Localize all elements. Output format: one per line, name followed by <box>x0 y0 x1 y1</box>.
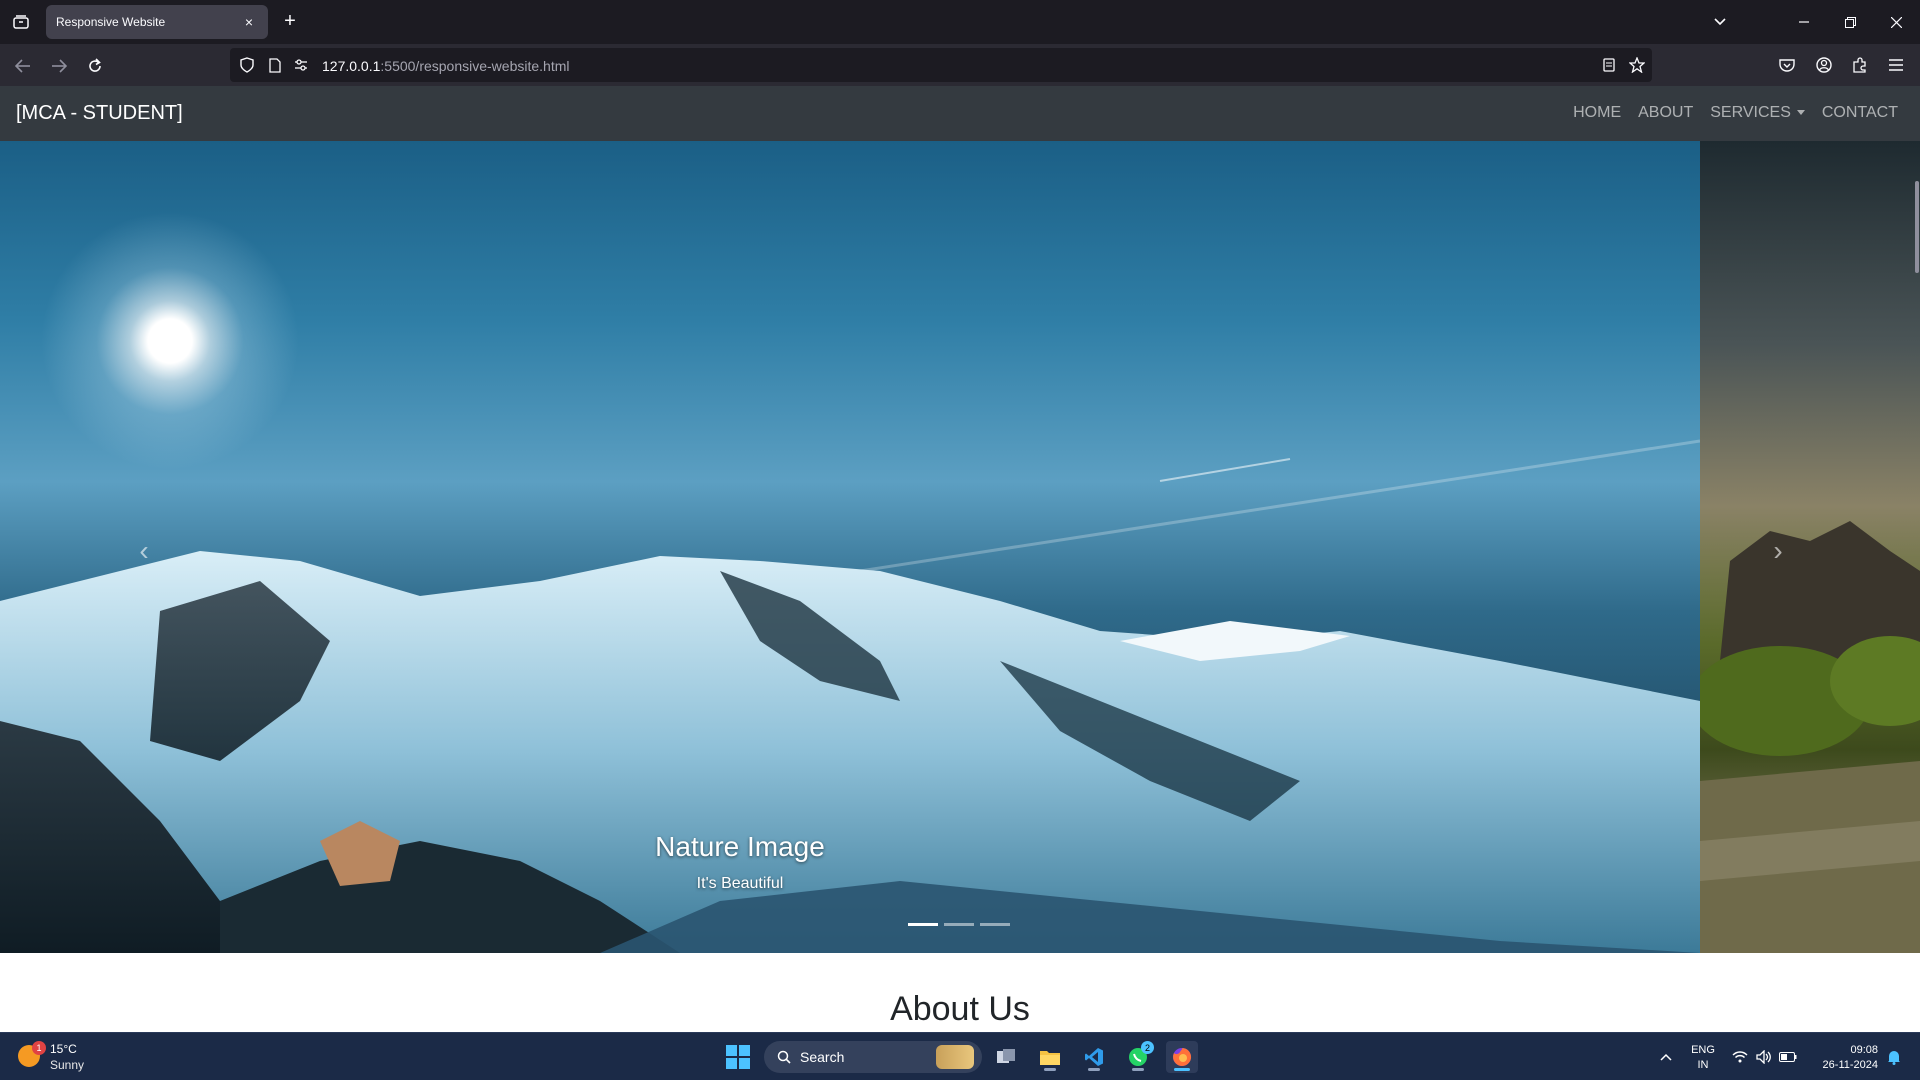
url-bar[interactable]: 127.0.0.1:5500/responsive-website.html <box>230 48 1652 82</box>
caption-text: It's Beautiful <box>696 875 784 892</box>
nav-about[interactable]: ABOUT <box>1638 104 1693 122</box>
site-brand[interactable]: [MCA - STUDENT] <box>16 102 183 125</box>
language-line1: ENG <box>1691 1044 1715 1056</box>
carousel-slide-forest: › <box>1700 141 1920 953</box>
app-menu-icon[interactable] <box>1884 53 1908 77</box>
carousel-slide-mountain: Nature Image It's Beautiful ‹ <box>0 141 1700 953</box>
vscode-icon[interactable] <box>1078 1041 1110 1073</box>
task-view-icon[interactable] <box>990 1041 1022 1073</box>
tab-title: Responsive Website <box>56 15 166 29</box>
forward-icon[interactable] <box>46 53 72 79</box>
url-text[interactable]: 127.0.0.1:5500/responsive-website.html <box>322 58 570 74</box>
whatsapp-icon[interactable]: 2 <box>1122 1041 1154 1073</box>
rock-forest-image <box>1700 521 1920 953</box>
dropdown-caret-icon <box>1796 110 1805 116</box>
bookmark-star-icon[interactable] <box>1628 56 1646 74</box>
carousel-next-icon[interactable]: › <box>1758 531 1798 571</box>
browser-tab-bar: Responsive Website × + <box>0 0 1920 44</box>
search-icon <box>774 1047 794 1067</box>
search-placeholder: Search <box>800 1049 845 1065</box>
nav-services[interactable]: SERVICES <box>1710 104 1805 122</box>
about-heading: About Us <box>890 990 1030 1028</box>
nav-home[interactable]: HOME <box>1573 104 1621 122</box>
carousel-caption: Nature Image It's Beautiful <box>580 831 900 893</box>
close-window-icon[interactable] <box>1882 8 1910 36</box>
wifi-icon[interactable] <box>1730 1047 1750 1067</box>
weather-condition: Sunny <box>50 1058 85 1072</box>
account-icon[interactable] <box>1812 53 1836 77</box>
running-indicator <box>1044 1068 1056 1071</box>
carousel-prev-icon[interactable]: ‹ <box>124 531 164 571</box>
firefox-icon[interactable] <box>1166 1041 1198 1073</box>
web-page: [MCA - STUDENT] HOME ABOUT SERVICES CONT… <box>0 86 1920 1032</box>
input-language[interactable]: ENG IN <box>1690 1043 1716 1073</box>
back-icon[interactable] <box>10 53 36 79</box>
notification-bell-icon[interactable] <box>1884 1047 1904 1067</box>
clock-time: 09:08 <box>1850 1044 1878 1056</box>
windows-taskbar: 1 15°C Sunny Search 2 ENG IN 09:08 26-11… <box>0 1032 1920 1080</box>
nav-menu: HOME ABOUT SERVICES CONTACT <box>1556 104 1898 122</box>
pocket-icon[interactable] <box>1775 53 1799 77</box>
nav-services-label: SERVICES <box>1710 104 1791 121</box>
clock-date: 26-11-2024 <box>1822 1059 1878 1071</box>
system-clock[interactable]: 09:08 26-11-2024 <box>1806 1043 1878 1073</box>
scrollbar-thumb[interactable] <box>1915 181 1919 273</box>
caption-title: Nature Image <box>655 831 825 862</box>
show-hidden-icons-chevron-icon[interactable] <box>1656 1047 1676 1067</box>
new-tab-button[interactable]: + <box>278 10 302 34</box>
page-scrollbar[interactable] <box>1914 141 1920 1032</box>
windows-start-icon[interactable] <box>726 1045 750 1069</box>
reader-view-icon[interactable] <box>1600 56 1618 74</box>
carousel-indicators <box>908 923 1010 926</box>
browser-toolbar: 127.0.0.1:5500/responsive-website.html <box>0 44 1920 86</box>
carousel-indicator-1[interactable] <box>908 923 938 926</box>
weather-temp: 15°C <box>50 1042 77 1056</box>
file-explorer-icon[interactable] <box>1034 1041 1066 1073</box>
carousel-indicator-3[interactable] <box>980 923 1010 926</box>
running-indicator <box>1088 1068 1100 1071</box>
tab-close-icon[interactable]: × <box>238 11 260 33</box>
language-line2: IN <box>1697 1059 1709 1071</box>
search-highlight-image <box>936 1045 974 1069</box>
url-host: 127.0.0.1 <box>322 58 381 74</box>
reload-icon[interactable] <box>82 53 108 79</box>
extensions-icon[interactable] <box>1848 53 1872 77</box>
running-indicator <box>1132 1068 1144 1071</box>
volume-icon[interactable] <box>1754 1047 1774 1067</box>
taskbar-search[interactable]: Search <box>764 1041 982 1073</box>
image-carousel: Nature Image It's Beautiful ‹ › <box>0 141 1920 953</box>
minimize-icon[interactable] <box>1790 8 1818 36</box>
about-section: About Us <box>0 986 1920 1032</box>
whatsapp-badge: 2 <box>1141 1041 1154 1054</box>
weather-badge: 1 <box>32 1041 46 1055</box>
tracking-shield-icon[interactable] <box>238 56 256 74</box>
page-info-icon[interactable] <box>266 56 284 74</box>
battery-icon[interactable] <box>1778 1047 1798 1067</box>
sun-glare <box>40 211 300 471</box>
weather-widget[interactable]: 1 15°C Sunny <box>18 1041 128 1073</box>
carousel-indicator-2[interactable] <box>944 923 974 926</box>
tab-list-icon[interactable] <box>10 11 32 33</box>
nav-contact[interactable]: CONTACT <box>1822 104 1898 122</box>
restore-icon[interactable] <box>1836 8 1864 36</box>
permissions-icon[interactable] <box>292 56 310 74</box>
active-indicator <box>1174 1068 1190 1071</box>
site-navbar: [MCA - STUDENT] HOME ABOUT SERVICES CONT… <box>0 86 1920 141</box>
list-all-tabs-icon[interactable] <box>1706 8 1734 36</box>
url-path: :5500/responsive-website.html <box>380 58 570 74</box>
browser-tab-active[interactable]: Responsive Website × <box>46 5 268 39</box>
